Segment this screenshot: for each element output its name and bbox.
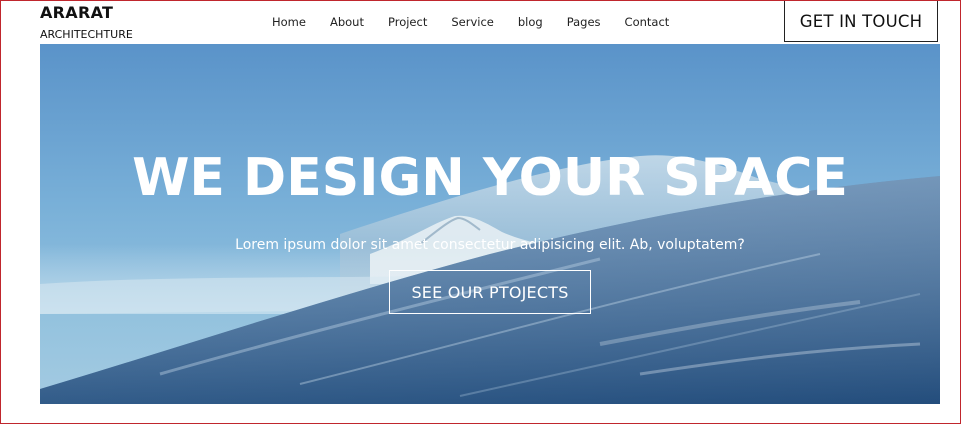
brand-name: ARARAT	[40, 3, 114, 22]
main-nav: Home About Project Service blog Pages Co…	[272, 14, 693, 30]
brand-tagline: ARCHITECHTURE	[40, 28, 133, 41]
hero-section: WE DESIGN YOUR SPACE Lorem ipsum dolor s…	[40, 44, 940, 404]
see-projects-button[interactable]: SEE OUR PTOJECTS	[389, 270, 591, 314]
nav-item-blog[interactable]: blog	[518, 14, 543, 30]
get-in-touch-button[interactable]: GET IN TOUCH	[784, 0, 938, 42]
nav-item-project[interactable]: Project	[388, 14, 427, 30]
hero-subtitle: Lorem ipsum dolor sit amet consectetur a…	[235, 237, 745, 253]
nav-item-contact[interactable]: Contact	[625, 14, 670, 30]
brand-logo[interactable]: ARARAT ARCHITECHTURE	[40, 3, 133, 42]
hero-background-image	[40, 44, 940, 404]
nav-item-service[interactable]: Service	[451, 14, 494, 30]
nav-item-home[interactable]: Home	[272, 14, 306, 30]
nav-item-about[interactable]: About	[330, 14, 364, 30]
hero-title: WE DESIGN YOUR SPACE	[132, 148, 848, 208]
nav-item-pages[interactable]: Pages	[567, 14, 601, 30]
